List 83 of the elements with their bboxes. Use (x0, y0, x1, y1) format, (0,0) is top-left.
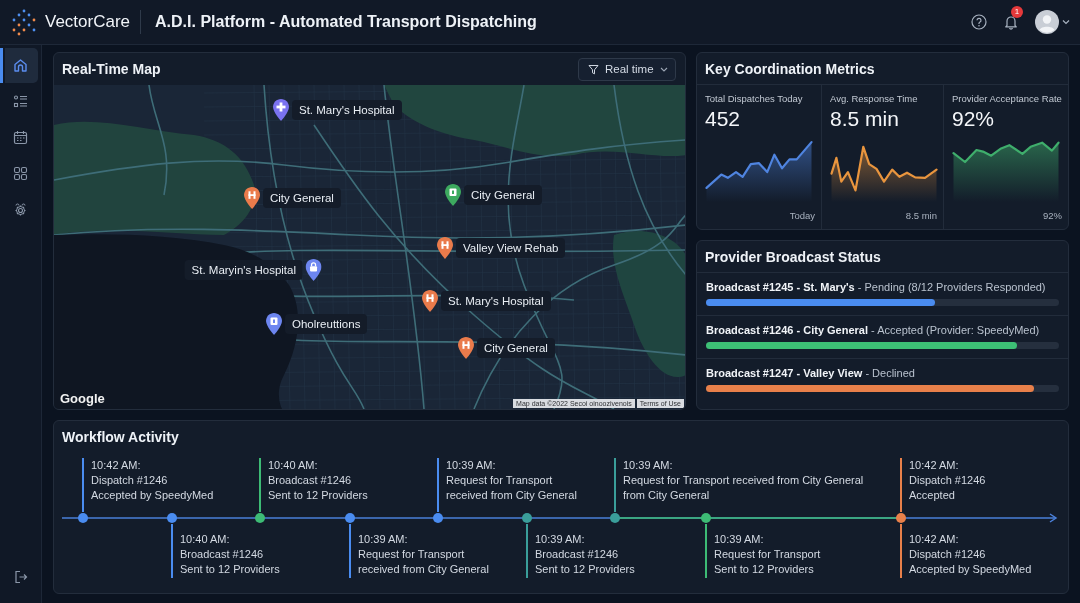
account-button[interactable] (1035, 10, 1059, 34)
map-logo: Google (60, 391, 105, 406)
metric-label: Provider Acceptance Rate (952, 93, 1062, 105)
map-pin-icon[interactable] (273, 99, 289, 121)
avatar-icon (1035, 10, 1059, 34)
list-icon (13, 94, 28, 109)
funnel-icon (588, 63, 599, 75)
connector-line (900, 524, 902, 578)
home-icon (13, 58, 28, 73)
timeline-dot[interactable] (610, 513, 620, 523)
event-note: 10:42 AM: Dispatch #1246 Accepted by SpeedyMed (909, 532, 1032, 577)
panel-title: Workflow Activity (62, 429, 179, 445)
broadcast-status-text: Broadcast #1246 - City General - Accepted (Provider: SpeedyMed) (706, 323, 1041, 337)
event-note: 10:39 AM: Request for Transport received from City General from City General (623, 458, 864, 503)
timeline-dot[interactable] (255, 513, 265, 523)
map-pin-icon[interactable] (437, 237, 453, 259)
map-pin-icon[interactable] (445, 184, 461, 206)
event-note: 10:42 AM: Dispatch #1246 Accepted by SpeedyMed (91, 458, 214, 503)
metric-label: Total Dispatches Today (705, 93, 804, 105)
brand-name: VectorCare (45, 12, 131, 32)
calendar-icon (13, 130, 28, 145)
app-title: A.D.I. Platform - Automated Transport Dispatching (155, 13, 537, 31)
notifications-button[interactable] (1003, 14, 1019, 30)
connector-line (82, 458, 84, 512)
connector-line (171, 524, 173, 578)
timeline-dot[interactable] (522, 513, 532, 523)
timeline-dot[interactable] (433, 513, 443, 523)
event-note: 10:40 AM: Broadcast #1246 Sent to 12 Providers (180, 532, 280, 577)
timeline-dot[interactable] (78, 513, 88, 523)
caret-icon[interactable] (1062, 19, 1070, 25)
event-note: 10:42 AM: Dispatch #1246 Accepted (909, 458, 986, 503)
event-note: 10:39 AM: Request for Transport Sent to 12 Providers (714, 532, 821, 577)
settings-icon (13, 202, 28, 217)
map-pin-icon[interactable] (458, 337, 474, 359)
map-pin-label[interactable]: St. Mary's Hospital (292, 100, 402, 120)
broadcast-status-text: Broadcast #1245 - St. Mary's - Pending (8/12 Providers Responded) (706, 280, 1047, 294)
map-pin-label[interactable]: City General (477, 338, 555, 358)
nav-button[interactable] (0, 48, 38, 83)
timeline-dot[interactable] (701, 513, 711, 523)
connector-line (349, 524, 351, 578)
map-pin-icon[interactable] (306, 259, 322, 281)
logout-icon (13, 569, 28, 584)
connector-line (705, 524, 707, 578)
panel-title: Real-Time Map (62, 61, 161, 77)
notification-badge: 1 (1011, 6, 1023, 18)
connector-line (614, 458, 616, 512)
timeline-dot[interactable] (896, 513, 906, 523)
map-pin-label[interactable]: City General (263, 188, 341, 208)
connector-line (900, 458, 902, 512)
time-filter-dropdown[interactable]: Real time (578, 57, 676, 81)
metric-caption: Today (789, 210, 815, 222)
event-note: 10:39 AM: Request for Transport received from City General (358, 532, 489, 577)
timeline-dot[interactable] (345, 513, 355, 523)
logo-icon (10, 8, 38, 36)
map-pin-icon[interactable] (266, 313, 282, 335)
map-pin-icon[interactable] (422, 290, 438, 312)
event-note: 10:39 AM: Broadcast #1246 Sent to 12 Providers (535, 532, 635, 577)
map-pin-label[interactable]: St. Maryin's Hospital (184, 260, 303, 280)
panel-title: Key Coordination Metrics (705, 60, 875, 77)
metric-caption: 8.5 min (905, 210, 937, 222)
timeline-dot[interactable] (167, 513, 177, 523)
metric-value: 8.5 min (830, 107, 900, 131)
grid-icon (13, 166, 28, 181)
metric-caption: 92% (1043, 210, 1062, 222)
broadcast-status-text: Broadcast #1247 - Valley View - Declined (706, 366, 916, 380)
bell-icon (1003, 14, 1019, 30)
map-pin-icon[interactable] (244, 187, 260, 209)
event-note: 10:40 AM: Broadcast #1246 Sent to 12 Providers (268, 458, 368, 503)
map-pin-label[interactable]: Valley View Rehab (456, 238, 566, 258)
connector-line (437, 458, 439, 512)
map-pin-label[interactable]: City General (464, 185, 542, 205)
metric-value: 92% (952, 107, 996, 131)
metric-label: Avg. Response Time (830, 93, 919, 105)
help-button[interactable] (971, 14, 987, 30)
caret-icon (660, 66, 668, 72)
connector-line (526, 524, 528, 578)
panel-title: Provider Broadcast Status (705, 248, 881, 265)
map-pin-label[interactable]: Oholreuttions (285, 314, 368, 334)
help-icon (971, 14, 987, 30)
event-note: 10:39 AM: Request for Transport received from City General (446, 458, 577, 503)
metric-value: 452 (705, 107, 742, 131)
map-pin-label[interactable]: St. Mary's Hospital (441, 291, 551, 311)
connector-line (259, 458, 261, 512)
